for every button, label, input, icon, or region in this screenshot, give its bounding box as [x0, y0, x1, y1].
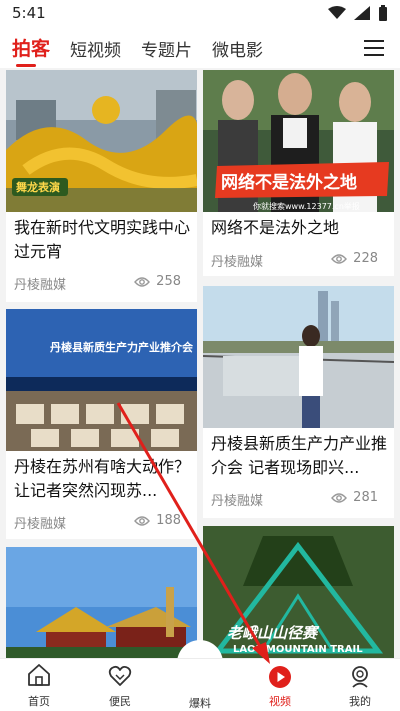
video-play-icon [269, 666, 291, 688]
video-title: 丹棱在苏州有啥大动作？让记者突然闪现苏... [14, 457, 191, 500]
home-icon [28, 664, 50, 686]
video-card[interactable]: 丹棱县新质生产力产业推介会 记者现场即兴... 丹棱融媒 281 [203, 286, 394, 518]
nav-home[interactable]: 首页 [14, 664, 64, 708]
eye-icon [134, 515, 151, 526]
nav-profile-label: 我的 [349, 695, 371, 708]
user-icon [352, 666, 368, 688]
video-source: 丹棱融媒 [211, 255, 264, 270]
video-card[interactable] [6, 547, 197, 658]
thumb-subcaption: LAOE MOUNTAIN TRAIL [233, 644, 363, 655]
video-thumbnail: 网络不是法外之地 你就搜索www.12377.cn举报 [203, 70, 394, 212]
nav-services[interactable]: 便民 [95, 665, 145, 708]
tab-feature-film[interactable]: 专题片 [141, 36, 192, 61]
views-count: 188 [156, 513, 181, 528]
video-card[interactable]: 丹棱县新质生产力产业推介会 丹棱在苏州有啥大动作？让记者突然闪现苏... 丹棱融… [6, 309, 197, 539]
views-count: 228 [353, 251, 378, 266]
video-thumbnail: 老峨山山径赛 LAOE MOUNTAIN TRAIL [203, 526, 394, 658]
thumb-caption: 网络不是法外之地 [221, 173, 357, 193]
video-card[interactable]: 舞龙表演 我在新时代文明实践中心过元宵 丹棱融媒 258 [6, 70, 197, 302]
video-title: 丹棱县新质生产力产业推介会 记者现场即兴... [211, 434, 388, 477]
nav-video-label: 视频 [269, 695, 291, 708]
status-time: 5:41 [12, 4, 46, 22]
tab-short-video[interactable]: 短视频 [70, 36, 121, 61]
video-title: 我在新时代文明实践中心过元宵 [14, 218, 191, 261]
video-views: 228 [331, 251, 378, 266]
video-source: 丹棱融媒 [14, 278, 67, 293]
video-source: 丹棱融媒 [211, 494, 264, 509]
nav-video[interactable]: 视频 [255, 665, 305, 708]
video-thumbnail [6, 547, 197, 658]
nav-report-label: 爆料 [189, 697, 211, 710]
bottom-nav: 首页 便民 爆料 视频 我的 [0, 658, 400, 711]
video-thumbnail: 丹棱县新质生产力产业推介会 [6, 309, 197, 451]
tab-micro-film[interactable]: 微电影 [212, 36, 263, 61]
status-bar: 5:41 [0, 0, 400, 28]
signal-icon [354, 6, 370, 20]
menu-button[interactable] [364, 40, 384, 56]
video-card[interactable]: 老峨山山径赛 LAOE MOUNTAIN TRAIL [203, 526, 394, 658]
eye-icon [331, 253, 348, 264]
eye-icon [134, 276, 151, 287]
nav-home-label: 首页 [28, 695, 50, 708]
views-count: 281 [353, 490, 378, 505]
video-source: 丹棱融媒 [14, 517, 67, 532]
thumb-banner: 丹棱县新质生产力产业推介会 [50, 341, 193, 354]
heart-icon [108, 665, 132, 686]
views-count: 258 [156, 274, 181, 289]
video-thumbnail: 舞龙表演 [6, 70, 197, 212]
nav-profile[interactable]: 我的 [335, 665, 385, 708]
eye-icon [331, 492, 348, 503]
battery-icon [379, 5, 387, 21]
video-thumbnail [203, 286, 394, 428]
thumb-subcaption: 你就搜索www.12377.cn举报 [253, 202, 360, 211]
thumb-caption: 老峨山山径赛 [227, 624, 318, 642]
nav-services-label: 便民 [109, 695, 131, 708]
video-views: 281 [331, 490, 378, 505]
tab-paike[interactable]: 拍客 [12, 34, 50, 61]
thumb-badge: 舞龙表演 [16, 181, 60, 194]
video-card[interactable]: 网络不是法外之地 你就搜索www.12377.cn举报 网络不是法外之地 丹棱融… [203, 70, 394, 276]
wifi-icon [328, 6, 346, 19]
video-views: 258 [134, 274, 181, 289]
video-title: 网络不是法外之地 [211, 218, 340, 237]
video-views: 188 [134, 513, 181, 528]
status-icons [328, 5, 388, 21]
category-tabs: 拍客 短视频 专题片 微电影 [0, 28, 400, 68]
active-tab-indicator [16, 64, 36, 67]
